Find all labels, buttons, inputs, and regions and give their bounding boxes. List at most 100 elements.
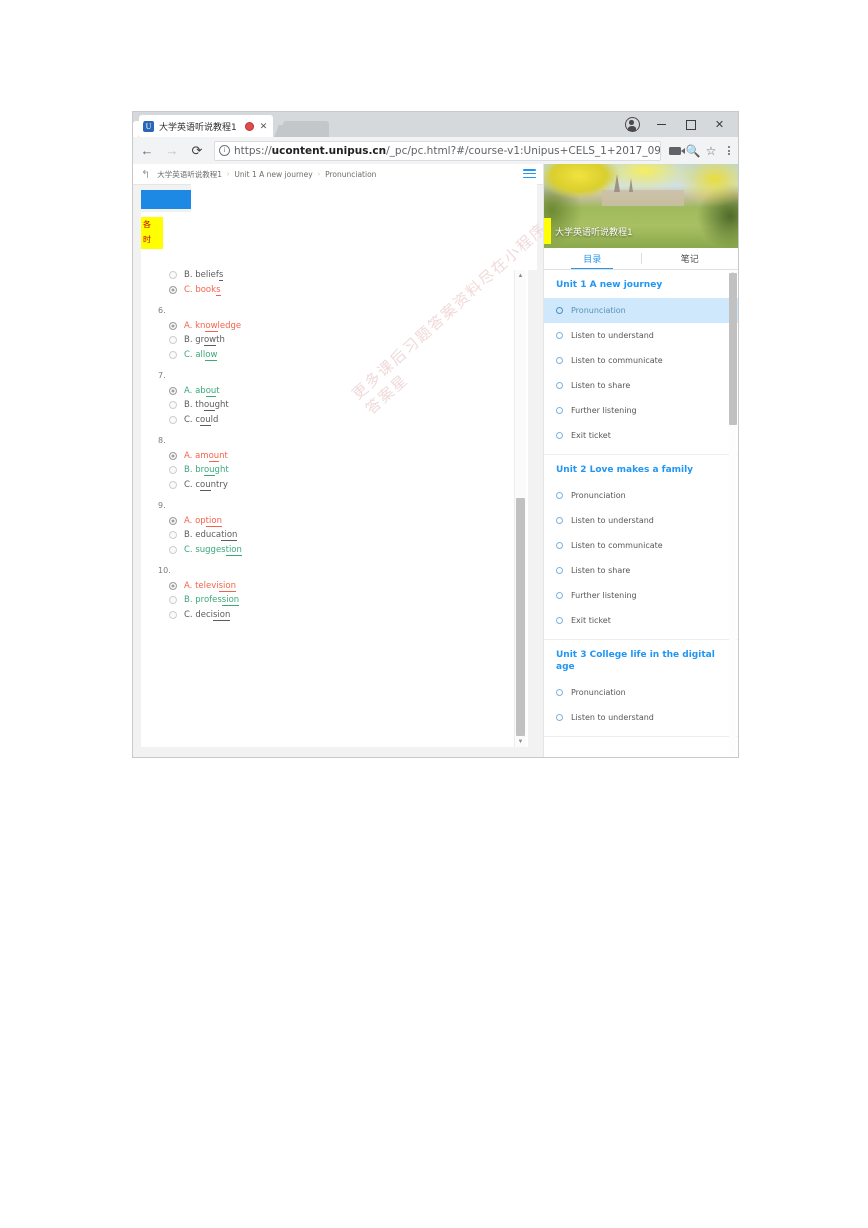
option-label: C. could [184, 414, 219, 426]
site-info-icon[interactable]: i [219, 145, 230, 156]
hamburger-menu-icon[interactable] [523, 169, 536, 179]
radio-button[interactable] [169, 350, 177, 359]
question-number: 6. [158, 305, 166, 315]
radio-button[interactable] [169, 451, 177, 460]
sidebar-item-listen-to-understand[interactable]: Listen to understand [544, 508, 738, 533]
option-row[interactable]: A. knowledge [169, 320, 516, 332]
radio-button[interactable] [169, 480, 177, 489]
breadcrumb-back-icon[interactable]: ↰ [141, 168, 150, 181]
option-row[interactable]: A. option [169, 515, 516, 527]
scroll-up-arrow-icon[interactable]: ▲ [515, 270, 526, 281]
option-row[interactable]: B. beliefs [169, 270, 516, 281]
tab-notes[interactable]: 笔记 [642, 248, 739, 269]
scrollbar-thumb[interactable] [516, 498, 525, 736]
sidebar-item-listen-to-understand[interactable]: Listen to understand [544, 705, 738, 730]
address-bar[interactable]: i https://ucontent.unipus.cn/_pc/pc.html… [214, 140, 661, 161]
radio-button[interactable] [169, 516, 177, 525]
sidebar-item-listen-to-share[interactable]: Listen to share [544, 373, 738, 398]
sidebar-item-exit-ticket[interactable]: Exit ticket [544, 423, 738, 448]
option-row[interactable]: C. suggestion [169, 544, 516, 556]
sidebar-item-label: Pronunciation [571, 306, 626, 315]
option-row[interactable]: A. about [169, 385, 516, 397]
cast-icon[interactable] [666, 140, 685, 162]
option-label: A. about [184, 385, 220, 397]
bullet-circle-icon [556, 357, 563, 364]
option-row[interactable]: C. could [169, 414, 516, 426]
breadcrumb-item-course[interactable]: 大学英语听说教程1 [157, 169, 222, 180]
close-window-button[interactable]: ✕ [705, 112, 734, 137]
maximize-button[interactable] [676, 112, 705, 137]
unit-title: Unit 1 A new journey [556, 280, 663, 290]
sidebar-item-listen-to-communicate[interactable]: Listen to communicate [544, 348, 738, 373]
option-row[interactable]: B. profession [169, 595, 516, 606]
sidebar-item-further-listening[interactable]: Further listening [544, 398, 738, 423]
option-row[interactable]: B. thought [169, 400, 516, 411]
sidebar-item-label: Listen to communicate [571, 541, 663, 550]
radio-button[interactable] [169, 336, 177, 344]
sidebar-item-label: Listen to understand [571, 516, 654, 525]
forward-button[interactable]: → [161, 140, 183, 162]
radio-button[interactable] [169, 545, 177, 554]
radio-button[interactable] [169, 271, 177, 279]
radio-button[interactable] [169, 285, 177, 294]
browser-tab[interactable]: U 大学英语听说教程1 ✕ [139, 115, 273, 137]
option-row[interactable]: A. television [169, 580, 516, 592]
tab-close-icon[interactable]: ✕ [260, 121, 268, 131]
question-block: 9. A. option B. education C. suggestion [141, 501, 516, 556]
bullet-circle-icon [556, 542, 563, 549]
option-row[interactable]: A. amount [169, 450, 516, 462]
sidebar-item-pronunciation[interactable]: Pronunciation [544, 483, 738, 508]
profile-avatar-icon[interactable] [618, 112, 647, 137]
content-scrollbar[interactable]: ▲ ▼ [514, 270, 526, 747]
url-path: /_pc/pc.html?#/course-v1:Unipus+CELS_1+2… [386, 144, 661, 157]
breadcrumb-item-unit[interactable]: Unit 1 A new journey [234, 170, 312, 179]
scroll-down-arrow-icon[interactable]: ▼ [515, 736, 526, 747]
radio-button[interactable] [169, 401, 177, 409]
option-row[interactable]: C. decision [169, 609, 516, 621]
option-row[interactable]: B. brought [169, 465, 516, 476]
reload-button[interactable]: ⟳ [186, 140, 208, 162]
question-number: 7. [158, 370, 166, 380]
sidebar-item-listen-to-share[interactable]: Listen to share [544, 558, 738, 583]
browser-window: U 大学英语听说教程1 ✕ ✕ ← → ⟳ i https://ucontent… [133, 112, 738, 757]
radio-button[interactable] [169, 596, 177, 604]
bullet-circle-icon [556, 714, 563, 721]
back-button[interactable]: ← [136, 140, 158, 162]
sidebar-scrollbar[interactable]: ▲ [729, 270, 737, 756]
radio-button[interactable] [169, 610, 177, 619]
bookmark-star-icon[interactable]: ☆ [702, 140, 720, 162]
unit-group: Unit 1 A new journey Pronunciation Liste… [544, 270, 738, 455]
address-bar-url: https://ucontent.unipus.cn/_pc/pc.html?#… [234, 144, 661, 157]
sidebar-item-listen-to-understand[interactable]: Listen to understand [544, 323, 738, 348]
question-block: 6. A. knowledge B. growth C. allow [141, 305, 516, 361]
tab-title: 大学英语听说教程1 [159, 122, 237, 133]
zoom-out-icon[interactable]: 🔍 [684, 140, 702, 162]
unit-group: Unit 3 College life in the digital age P… [544, 640, 738, 737]
browser-menu-icon[interactable] [720, 140, 738, 162]
highlight-note: 各 时 [141, 217, 163, 249]
sidebar-item-further-listening[interactable]: Further listening [544, 583, 738, 608]
scrollbar-thumb[interactable] [729, 273, 737, 425]
option-row[interactable]: C. books [169, 284, 516, 296]
option-row[interactable]: B. growth [169, 335, 516, 346]
option-row[interactable]: C. allow [169, 349, 516, 361]
sidebar-item-label: Pronunciation [571, 491, 626, 500]
tab-catalog[interactable]: 目录 [544, 248, 641, 269]
radio-button[interactable] [169, 581, 177, 590]
radio-button[interactable] [169, 386, 177, 395]
sidebar-item-pronunciation[interactable]: Pronunciation [544, 298, 738, 323]
radio-button[interactable] [169, 466, 177, 474]
radio-button[interactable] [169, 321, 177, 330]
radio-button[interactable] [169, 415, 177, 424]
bullet-circle-icon [556, 382, 563, 389]
radio-button[interactable] [169, 531, 177, 539]
option-row[interactable]: C. country [169, 479, 516, 491]
option-label: C. country [184, 479, 228, 491]
option-row[interactable]: B. education [169, 530, 516, 541]
sidebar-item-exit-ticket[interactable]: Exit ticket [544, 608, 738, 633]
sidebar-item-listen-to-communicate[interactable]: Listen to communicate [544, 533, 738, 558]
minimize-button[interactable] [647, 112, 676, 137]
sidebar-item-pronunciation[interactable]: Pronunciation [544, 680, 738, 705]
bullet-circle-icon [556, 407, 563, 414]
bullet-circle-icon [556, 432, 563, 439]
